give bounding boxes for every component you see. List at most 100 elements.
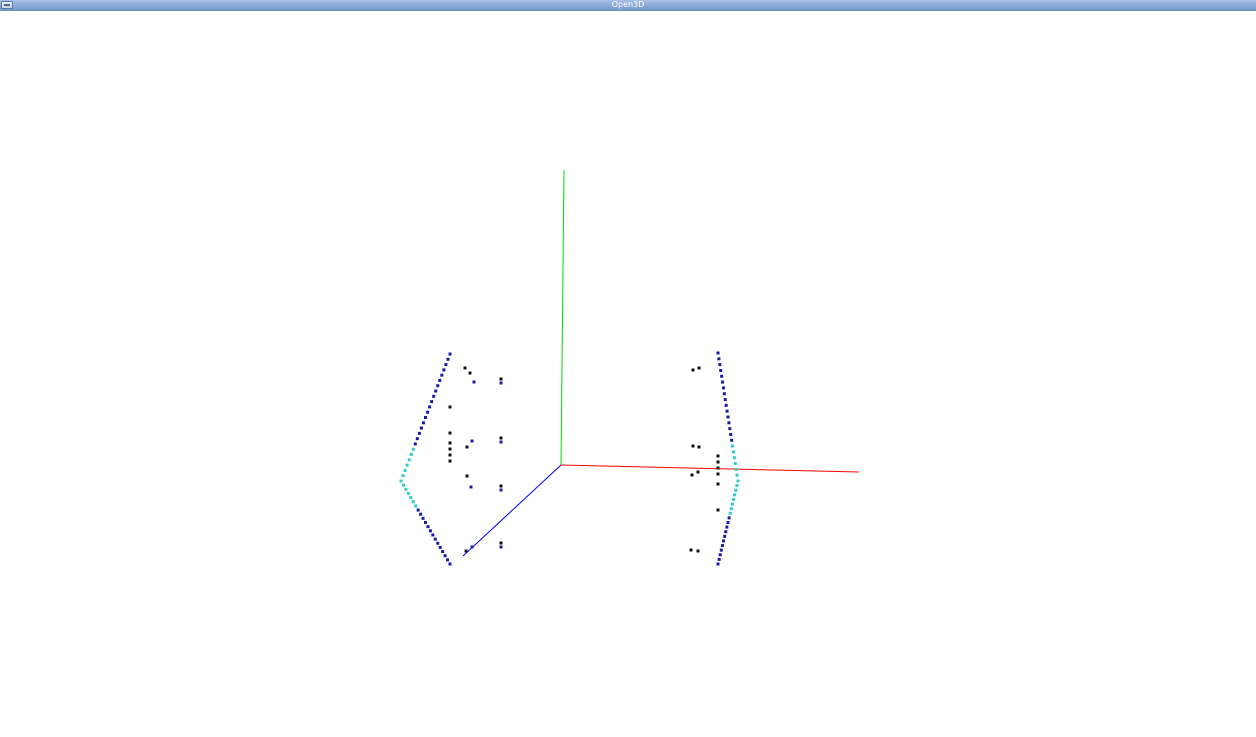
marker-point [716,482,720,486]
frustum-point [436,541,440,545]
frustum-point [438,378,442,382]
marker-point [448,453,452,457]
frustum-point [411,500,415,504]
frustum-point [733,493,737,497]
marker-point-blue [469,485,473,489]
marker-point-blue [499,381,503,385]
frustum-point [421,421,425,425]
frustum-point [725,409,729,413]
frustum-point [433,537,437,541]
frustum-point [726,521,730,524]
frustum-point [729,432,733,436]
marker-point [499,541,503,545]
x-axis-line [560,464,860,473]
scene-canvas[interactable] [0,11,1256,737]
y-axis-line [560,169,565,466]
marker-point [499,436,503,440]
frustum-point [722,392,726,396]
frustum-point [424,521,427,524]
frustum-point [403,468,407,472]
frustum-point [726,415,730,419]
frustum-point [721,380,725,384]
marker-point [697,366,701,370]
frustum-point [736,479,740,483]
frustum-point [730,438,734,442]
frustum-point [401,474,405,478]
frustum-point [413,442,417,446]
frustum-point [426,410,430,414]
marker-point [716,454,720,458]
frustum-point [735,473,739,477]
open3d-window: Open3D [0,0,1256,737]
frustum-point [415,437,419,441]
frustum-point [401,483,405,487]
marker-point-blue [470,439,474,443]
frustum-point [733,462,737,466]
frustum-point [730,502,734,506]
frustum-point [723,534,727,538]
marker-point [448,431,452,435]
marker-point [716,472,720,476]
marker-point-blue [499,440,503,444]
marker-point [468,371,472,375]
frustum-point [419,512,423,516]
frustum-point [414,504,418,508]
marker-point [697,445,701,449]
frustum-point [720,544,724,548]
frustum-point [419,426,423,430]
frustum-point [725,525,729,529]
marker-point [499,377,503,381]
frustum-point [407,458,411,462]
window-title: Open3D [611,0,645,9]
frustum-point [724,530,728,534]
marker-point [448,447,452,451]
frustum-point [727,421,731,425]
frustum-point [734,488,738,492]
frustum-point [719,368,723,372]
frustum-point [431,533,435,537]
marker-point [499,484,503,488]
marker-point-blue [470,545,474,549]
frustum-point [718,553,722,557]
marker-point [716,460,720,464]
frustum-point [406,491,410,495]
frustum-point [440,373,444,377]
frustum-point [434,389,438,393]
frustum-point [404,487,408,491]
frustum-point [718,363,722,367]
marker-point [716,508,720,512]
frustum-point [448,562,452,566]
frustum-point [731,444,735,448]
marker-point [465,474,469,478]
marker-point [696,470,700,474]
frustum-point [729,507,733,511]
frustum-point [411,447,415,451]
marker-point [464,549,468,553]
frustum-point [428,529,432,533]
marker-point [463,366,467,370]
z-axis-line [462,464,562,557]
frustum-point [438,545,442,549]
frustum-point [441,550,445,554]
window-titlebar[interactable]: Open3D [0,0,1256,11]
frustum-point [443,554,447,558]
frustum-point [442,368,446,372]
marker-point [465,445,469,449]
frustum-point [409,496,413,500]
frustum-point [728,427,732,431]
frustum-point [731,450,735,454]
frustum-point [417,431,421,435]
frustum-point [432,394,436,398]
frustum-point [734,467,738,471]
frustum-point [732,497,736,501]
3d-viewport[interactable] [0,11,1256,737]
marker-point [716,466,720,470]
frustum-point [724,403,728,407]
frustum-point [717,557,721,561]
frustum-point [399,479,403,483]
frustum-point [720,374,724,378]
frustum-point [719,548,723,552]
frustum-point [722,539,726,543]
frustum-point [446,357,450,361]
marker-point-blue [499,545,503,549]
